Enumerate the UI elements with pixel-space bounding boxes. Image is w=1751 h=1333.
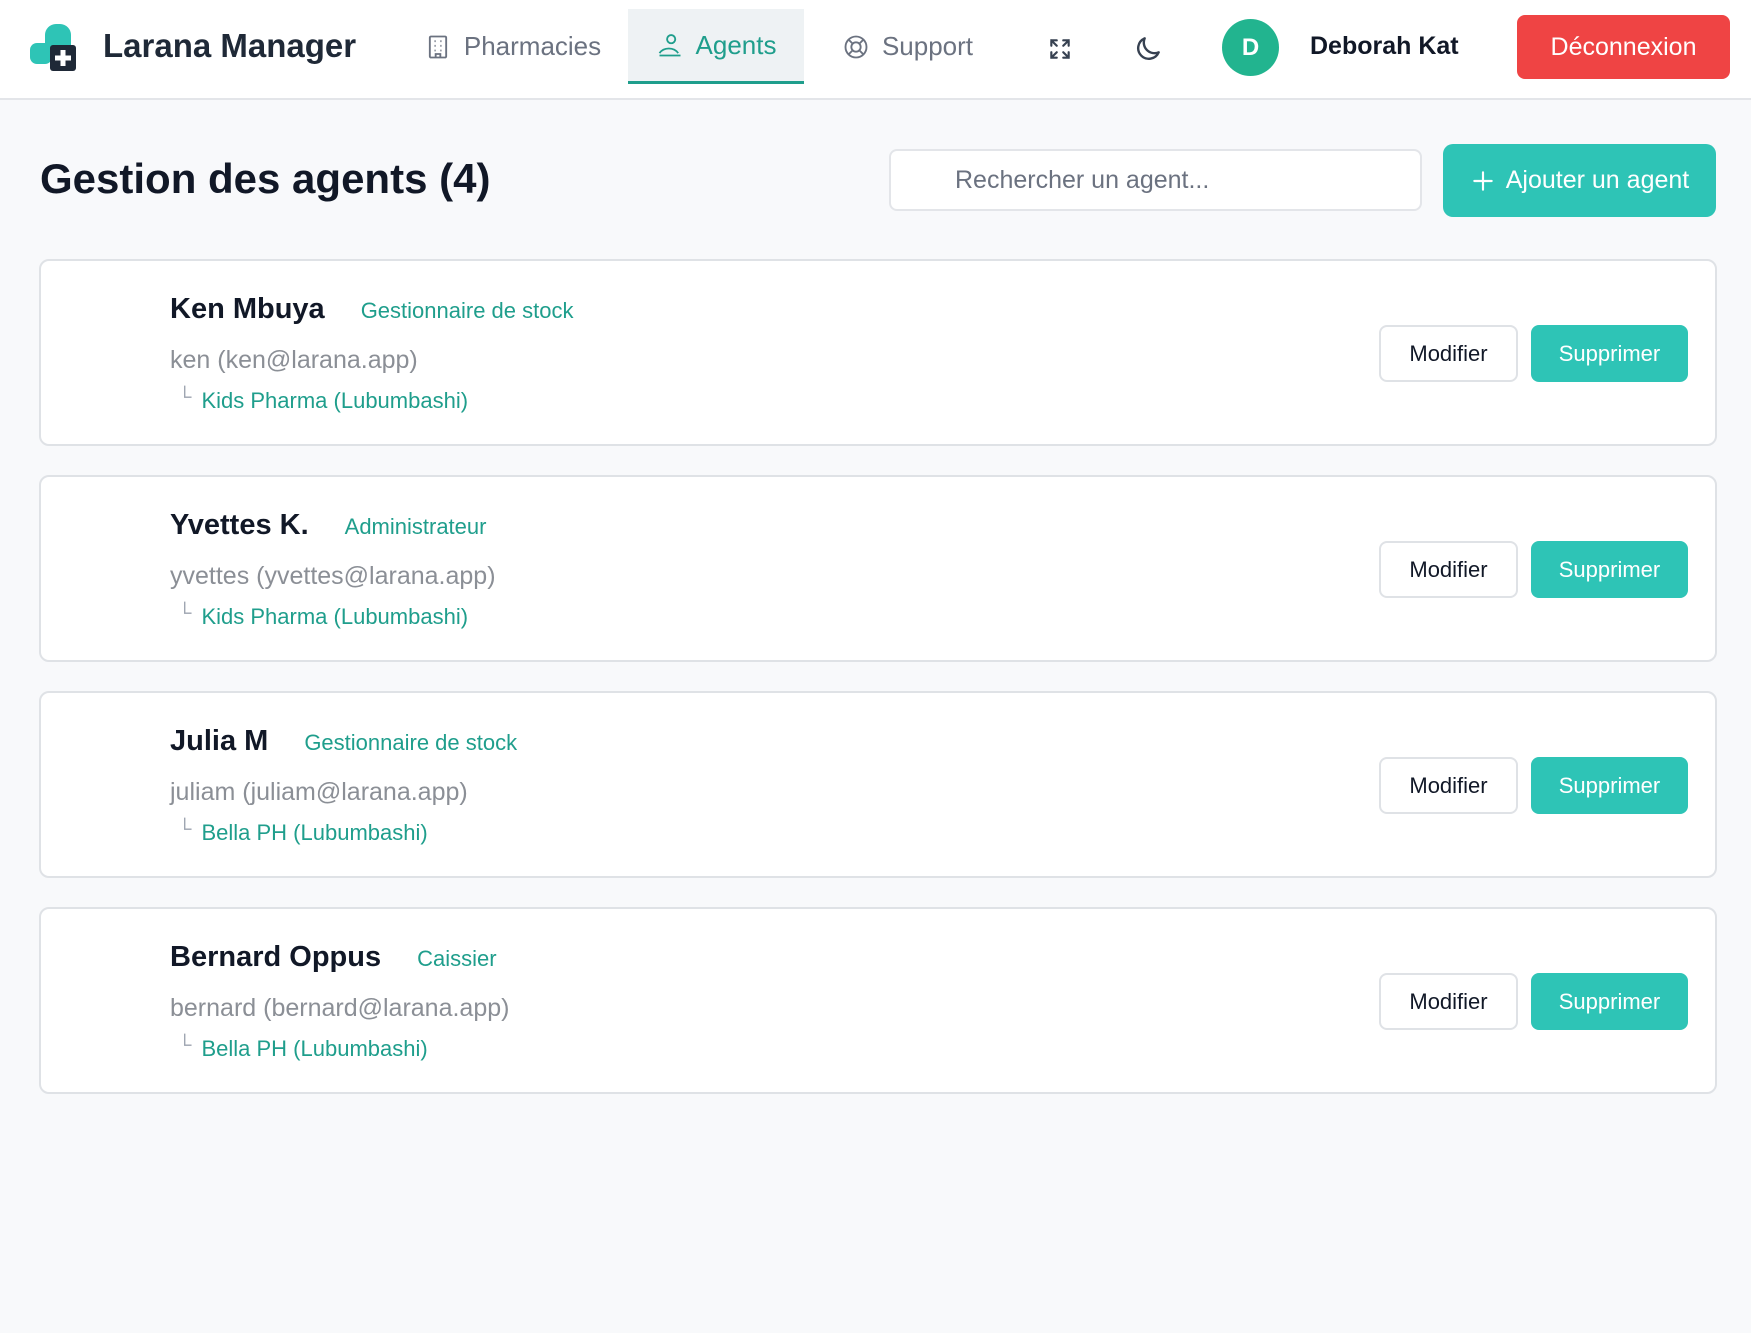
user-gear-icon bbox=[658, 34, 681, 57]
delete-agent-button[interactable]: Supprimer bbox=[1531, 973, 1688, 1030]
agent-role-badge: Caissier bbox=[417, 946, 497, 971]
page-title: Gestion des agents (4) bbox=[40, 155, 491, 202]
delete-agent-button[interactable]: Supprimer bbox=[1531, 757, 1688, 814]
pharmacy-name: Bella PH (Lubumbashi) bbox=[201, 1036, 428, 1061]
agent-login: bernard (bernard@larana.app) bbox=[170, 994, 510, 1022]
agent-name: Bernard Oppus bbox=[170, 941, 382, 973]
agent-role-badge: Gestionnaire de stock bbox=[304, 730, 518, 755]
agent-header: Bernard Oppus Caissier bbox=[170, 941, 497, 974]
nav-item-support[interactable]: Support bbox=[820, 9, 995, 84]
lifebuoy-icon bbox=[844, 35, 868, 58]
pharmacy-cross-logo[interactable] bbox=[30, 24, 78, 72]
agent-card: Bernard Oppus Caissier bernard (bernard@… bbox=[39, 907, 1717, 1094]
edit-agent-button[interactable]: Modifier bbox=[1379, 757, 1518, 814]
plus-icon bbox=[1473, 170, 1493, 191]
agent-header: Ken Mbuya Gestionnaire de stock bbox=[170, 293, 573, 326]
app-title: Larana Manager bbox=[103, 27, 357, 64]
delete-agent-button[interactable]: Supprimer bbox=[1531, 541, 1688, 598]
delete-agent-button[interactable]: Supprimer bbox=[1531, 325, 1688, 382]
tree-branch-icon: └ bbox=[178, 602, 192, 624]
agent-pharmacy: └ Kids Pharma (Lubumbashi) bbox=[178, 604, 468, 630]
agent-name: Ken Mbuya bbox=[170, 293, 325, 325]
nav-label-pharmacies: Pharmacies bbox=[463, 31, 602, 61]
edit-agent-button[interactable]: Modifier bbox=[1379, 541, 1518, 598]
edit-agent-button[interactable]: Modifier bbox=[1379, 325, 1518, 382]
agent-list: Ken Mbuya Gestionnaire de stock ken (ken… bbox=[39, 259, 1717, 1123]
pharmacy-name: Kids Pharma (Lubumbashi) bbox=[201, 388, 469, 413]
agent-login: yvettes (yvettes@larana.app) bbox=[170, 562, 496, 590]
nav-item-agents[interactable]: Agents bbox=[628, 9, 804, 84]
agent-role-badge: Gestionnaire de stock bbox=[360, 298, 574, 323]
building-icon bbox=[428, 35, 447, 58]
nav-label-support: Support bbox=[881, 31, 974, 61]
search-input[interactable] bbox=[889, 149, 1422, 211]
agent-pharmacy: └ Kids Pharma (Lubumbashi) bbox=[178, 388, 468, 414]
tree-branch-icon: └ bbox=[178, 1034, 192, 1056]
agent-pharmacy: └ Bella PH (Lubumbashi) bbox=[178, 1036, 428, 1062]
logout-button[interactable]: Déconnexion bbox=[1517, 15, 1730, 79]
agent-pharmacy: └ Bella PH (Lubumbashi) bbox=[178, 820, 428, 846]
pharmacy-name: Bella PH (Lubumbashi) bbox=[201, 820, 428, 845]
agent-card: Julia M Gestionnaire de stock juliam (ju… bbox=[39, 691, 1717, 878]
theme-toggle-button[interactable] bbox=[1127, 28, 1169, 70]
user-name: Deborah Kat bbox=[1310, 32, 1459, 60]
agent-login: juliam (juliam@larana.app) bbox=[170, 778, 468, 806]
top-bar: Larana Manager Pharmacies Agents Support bbox=[0, 0, 1751, 100]
agent-login: ken (ken@larana.app) bbox=[170, 346, 418, 374]
moon-icon bbox=[1137, 37, 1160, 60]
agent-card: Yvettes K. Administrateur yvettes (yvett… bbox=[39, 475, 1717, 662]
nav-item-pharmacies[interactable]: Pharmacies bbox=[400, 9, 625, 84]
agent-name: Julia M bbox=[170, 725, 269, 757]
tree-branch-icon: └ bbox=[178, 818, 192, 840]
agent-role-badge: Administrateur bbox=[344, 514, 487, 539]
agent-name: Yvettes K. bbox=[170, 509, 309, 541]
pharmacy-name: Kids Pharma (Lubumbashi) bbox=[201, 604, 469, 629]
add-agent-label: Ajouter un agent bbox=[1505, 166, 1690, 194]
avatar[interactable]: D bbox=[1222, 19, 1279, 76]
edit-agent-button[interactable]: Modifier bbox=[1379, 973, 1518, 1030]
tree-branch-icon: └ bbox=[178, 386, 192, 408]
agent-card: Ken Mbuya Gestionnaire de stock ken (ken… bbox=[39, 259, 1717, 446]
fullscreen-button[interactable] bbox=[1039, 28, 1081, 70]
add-agent-button[interactable]: Ajouter un agent bbox=[1443, 144, 1716, 217]
expand-icon bbox=[1050, 39, 1070, 59]
agent-header: Julia M Gestionnaire de stock bbox=[170, 725, 517, 758]
agent-header: Yvettes K. Administrateur bbox=[170, 509, 486, 542]
nav-label-agents: Agents bbox=[695, 29, 777, 60]
